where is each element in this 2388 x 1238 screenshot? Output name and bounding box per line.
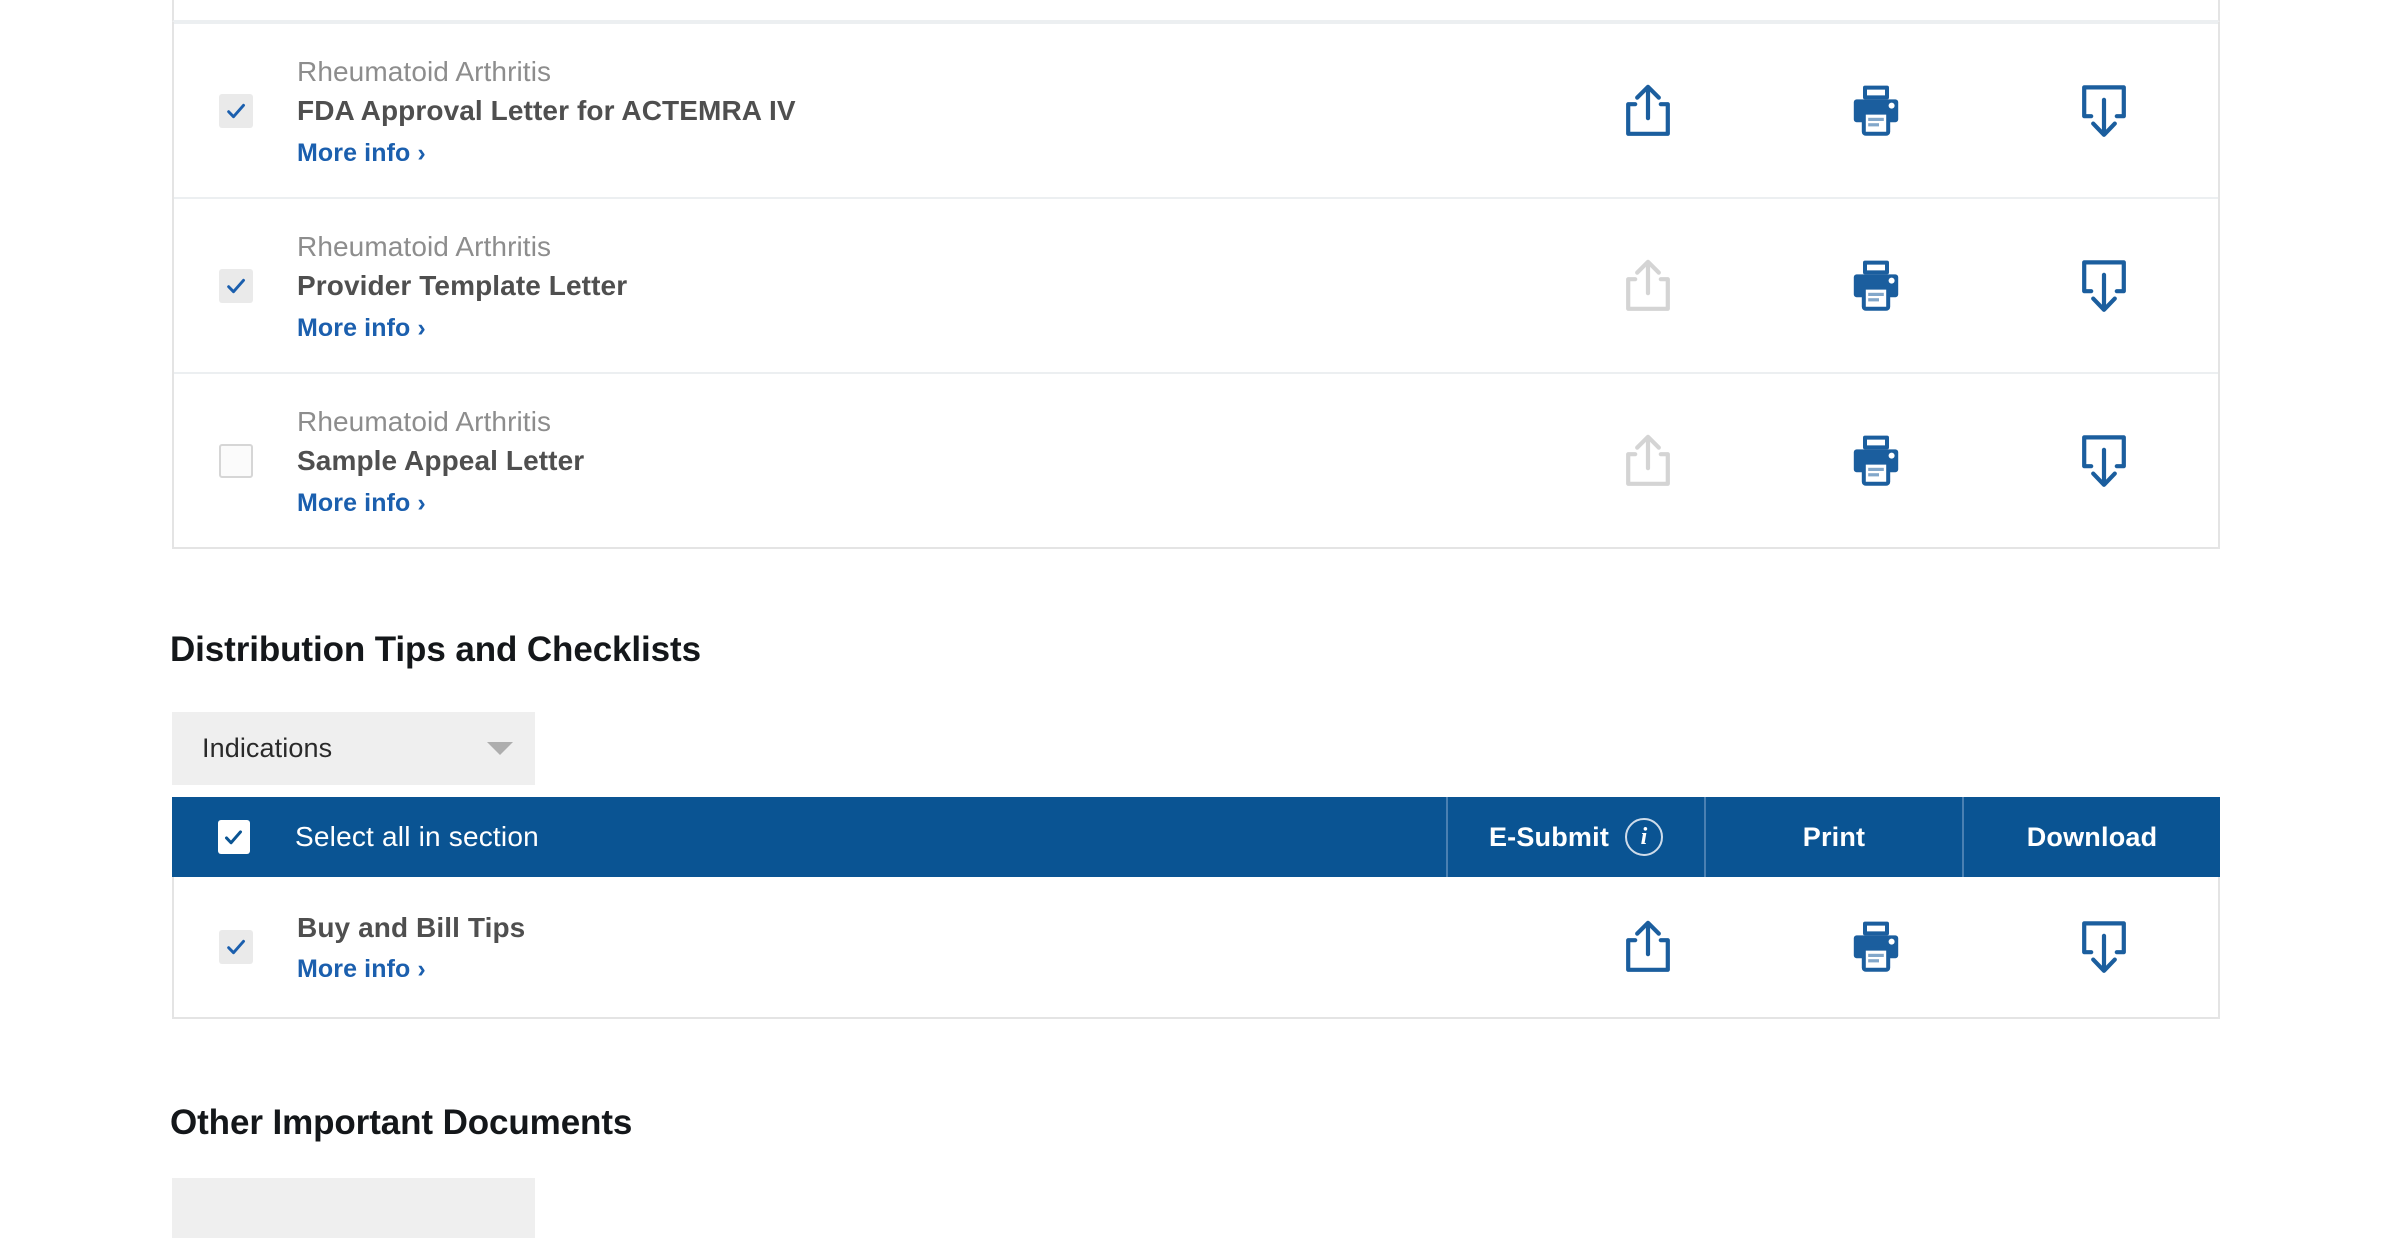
- esubmit-icon-cell: [1534, 199, 1762, 372]
- row-title: FDA Approval Letter for ACTEMRA IV: [297, 94, 796, 126]
- more-info-link[interactable]: More info ›: [297, 489, 1534, 518]
- table-row: Buy and Bill Tips More info ›: [174, 877, 2218, 1017]
- row-checkbox-cell: [174, 199, 297, 372]
- print-icon[interactable]: [1849, 921, 1903, 973]
- download-column-label: Download: [2026, 821, 2158, 852]
- print-icon[interactable]: [1849, 435, 1903, 487]
- download-icon-cell: [1990, 877, 2218, 1017]
- esubmit-column-header[interactable]: E-Submit i: [1446, 797, 1704, 877]
- download-icon[interactable]: [2078, 258, 2130, 314]
- print-column-header[interactable]: Print: [1704, 797, 1962, 877]
- documents-table: Rheumatoid Arthritis FDA Approval Letter …: [172, 22, 2220, 549]
- download-column-header[interactable]: Download: [1962, 797, 2220, 877]
- row-title: Sample Appeal Letter: [297, 444, 585, 476]
- table-row: Rheumatoid Arthritis Sample Appeal Letter…: [174, 372, 2218, 547]
- row-label-cell: Buy and Bill Tips More info ›: [297, 877, 1534, 1017]
- documents-page: Rheumatoid Arthritis FDA Approval Letter …: [0, 0, 2388, 1238]
- indications-filter-dropdown[interactable]: Indications: [172, 712, 535, 785]
- table-row: Rheumatoid Arthritis Provider Template Le…: [174, 197, 2218, 372]
- download-icon-cell: [1990, 24, 2218, 197]
- chevron-down-icon: [487, 742, 513, 755]
- row-label-cell: Rheumatoid Arthritis Sample Appeal Letter…: [297, 374, 1534, 547]
- row-checkbox[interactable]: [218, 443, 253, 478]
- download-icon[interactable]: [2078, 433, 2130, 489]
- print-icon-cell: [1762, 374, 1990, 547]
- print-icon[interactable]: [1849, 85, 1903, 137]
- row-checkbox-cell: [174, 24, 297, 197]
- print-icon-cell: [1762, 199, 1990, 372]
- info-icon[interactable]: i: [1625, 818, 1664, 856]
- download-icon-cell: [1990, 374, 2218, 547]
- print-icon[interactable]: [1849, 260, 1903, 312]
- esubmit-icon[interactable]: [1622, 919, 1674, 975]
- print-icon-cell: [1762, 24, 1990, 197]
- download-icon[interactable]: [2078, 83, 2130, 139]
- other-section-heading: Other Important Documents: [170, 1103, 633, 1142]
- select-all-checkbox-cell: [172, 797, 295, 877]
- esubmit-icon-cell: [1534, 24, 1762, 197]
- select-all-label[interactable]: Select all in section: [295, 797, 1446, 877]
- esubmit-icon[interactable]: [1622, 83, 1674, 139]
- row-checkbox[interactable]: [218, 93, 253, 128]
- row-checkbox[interactable]: [218, 930, 253, 964]
- download-icon[interactable]: [2078, 919, 2130, 975]
- more-info-link[interactable]: More info ›: [297, 139, 1534, 168]
- print-icon-cell: [1762, 877, 1990, 1017]
- row-checkbox[interactable]: [218, 268, 253, 303]
- distribution-section-heading: Distribution Tips and Checklists: [170, 630, 701, 669]
- esubmit-icon-cell: [1534, 374, 1762, 547]
- select-all-checkbox[interactable]: [217, 820, 250, 854]
- row-checkbox-cell: [174, 877, 297, 1017]
- section-action-bar: Select all in section E-Submit i Print D…: [172, 797, 2220, 877]
- download-icon-cell: [1990, 199, 2218, 372]
- more-info-link[interactable]: More info ›: [297, 955, 1534, 984]
- print-column-label: Print: [1802, 821, 1866, 852]
- row-category: Rheumatoid Arthritis: [297, 56, 552, 88]
- row-category: Rheumatoid Arthritis: [297, 231, 552, 263]
- distribution-table: Buy and Bill Tips More info ›: [172, 877, 2220, 1019]
- esubmit-icon-cell: [1534, 877, 1762, 1017]
- row-title: Provider Template Letter: [297, 269, 628, 301]
- row-label-cell: Rheumatoid Arthritis FDA Approval Letter …: [297, 24, 1534, 197]
- esubmit-icon: [1622, 433, 1674, 489]
- other-filter-dropdown[interactable]: [172, 1178, 535, 1238]
- row-category: Rheumatoid Arthritis: [297, 406, 552, 438]
- row-checkbox-cell: [174, 374, 297, 547]
- row-title: Buy and Bill Tips: [297, 911, 526, 943]
- esubmit-column-label: E-Submit: [1488, 821, 1610, 852]
- esubmit-icon: [1622, 258, 1674, 314]
- table-top-divider: [172, 0, 2220, 22]
- row-label-cell: Rheumatoid Arthritis Provider Template Le…: [297, 199, 1534, 372]
- more-info-link[interactable]: More info ›: [297, 314, 1534, 343]
- indications-filter-value: Indications: [202, 733, 333, 763]
- table-row: Rheumatoid Arthritis FDA Approval Letter …: [174, 22, 2218, 197]
